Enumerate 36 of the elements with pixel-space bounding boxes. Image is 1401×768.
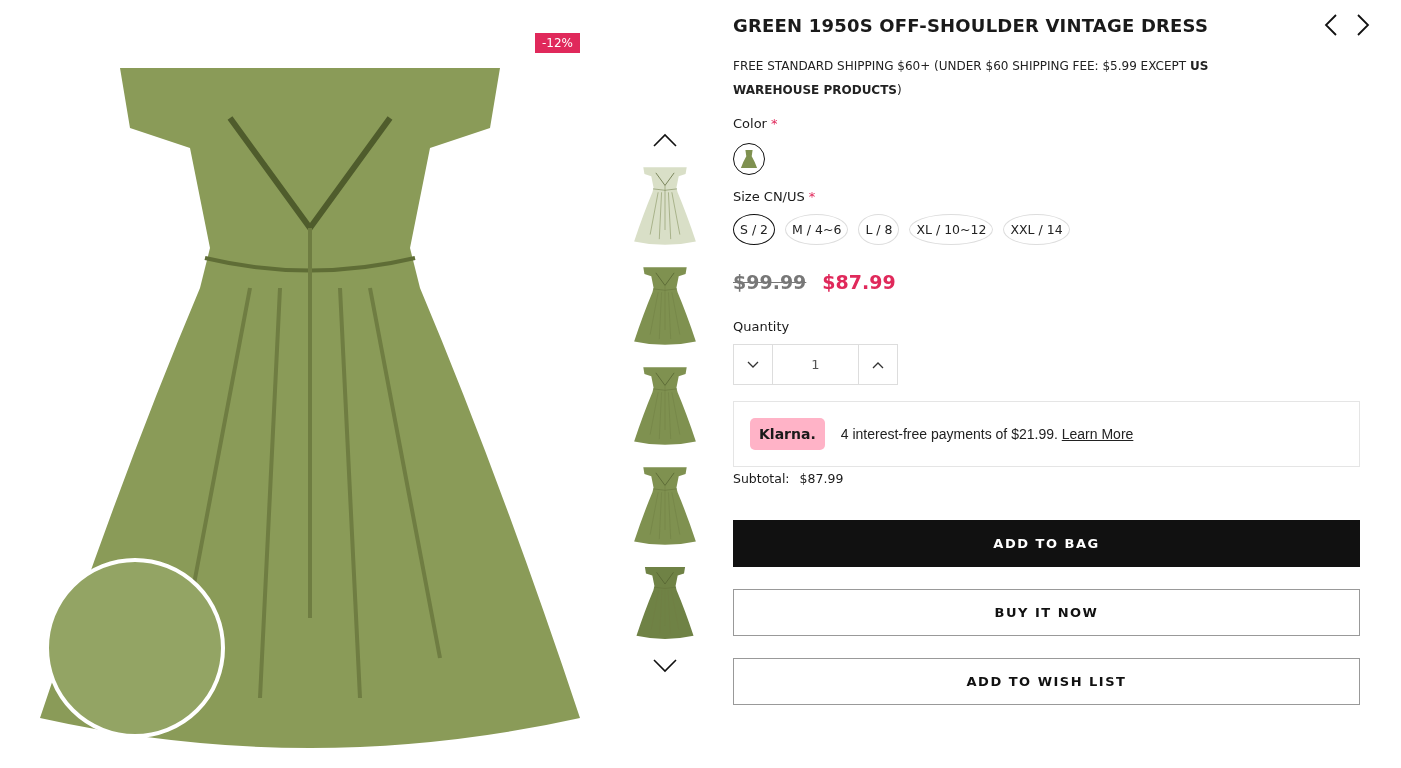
discount-badge: -12% — [535, 33, 580, 53]
sale-price: $87.99 — [822, 271, 896, 293]
thumbnail-image[interactable] — [633, 266, 697, 346]
thumbnail-image[interactable] — [633, 166, 697, 246]
subtotal-value: $87.99 — [799, 471, 844, 486]
color-swatch[interactable] — [733, 143, 765, 175]
action-button[interactable]: BUY IT NOW — [733, 589, 1360, 636]
shipping-note: FREE STANDARD SHIPPING $60+ (UNDER $60 SHIPPING FEE: $5.99 EXCEPT US WAREHOUSE PRODUCTS) — [733, 58, 1210, 99]
quantity-label: Quantity — [733, 319, 790, 334]
up-chevron-icon[interactable] — [652, 132, 678, 148]
thumbnail-image[interactable] — [633, 466, 697, 546]
size-option[interactable]: XXL / 14 — [1003, 214, 1070, 245]
size-option[interactable]: S / 2 — [733, 214, 776, 245]
product-title: GREEN 1950S OFF-SHOULDER VINTAGE DRESS — [733, 14, 1209, 36]
previous-icon[interactable] — [1324, 14, 1338, 36]
action-button[interactable]: ADD TO BAG — [733, 520, 1360, 567]
color-label: Color — [733, 116, 767, 131]
chevron-up-icon — [872, 360, 884, 369]
size-option[interactable]: M / 4~6 — [785, 214, 849, 245]
size-option[interactable]: L / 8 — [858, 214, 900, 245]
required-mark: * — [770, 116, 778, 131]
thumbnail-image[interactable] — [633, 366, 697, 446]
size-option[interactable]: XL / 10~12 — [909, 214, 994, 245]
quantity-stepper[interactable]: 1 — [733, 344, 898, 385]
installment-text: 4 interest-free payments of $21.99. Learn More — [840, 426, 1134, 442]
original-price: $99.99 — [733, 271, 807, 293]
klarna-logo: Klarna. — [750, 418, 825, 450]
action-button[interactable]: ADD TO WISH LIST — [733, 658, 1360, 705]
quantity-field[interactable]: 1 — [772, 345, 859, 384]
chevron-down-icon — [747, 360, 759, 369]
learn-more-link[interactable]: Learn More — [1061, 426, 1134, 442]
down-chevron-icon[interactable] — [652, 658, 678, 674]
next-icon[interactable] — [1356, 14, 1370, 36]
required-mark: * — [808, 189, 816, 204]
size-label: Size CN/US — [733, 189, 805, 204]
subtotal-label: Subtotal: — [733, 471, 790, 486]
